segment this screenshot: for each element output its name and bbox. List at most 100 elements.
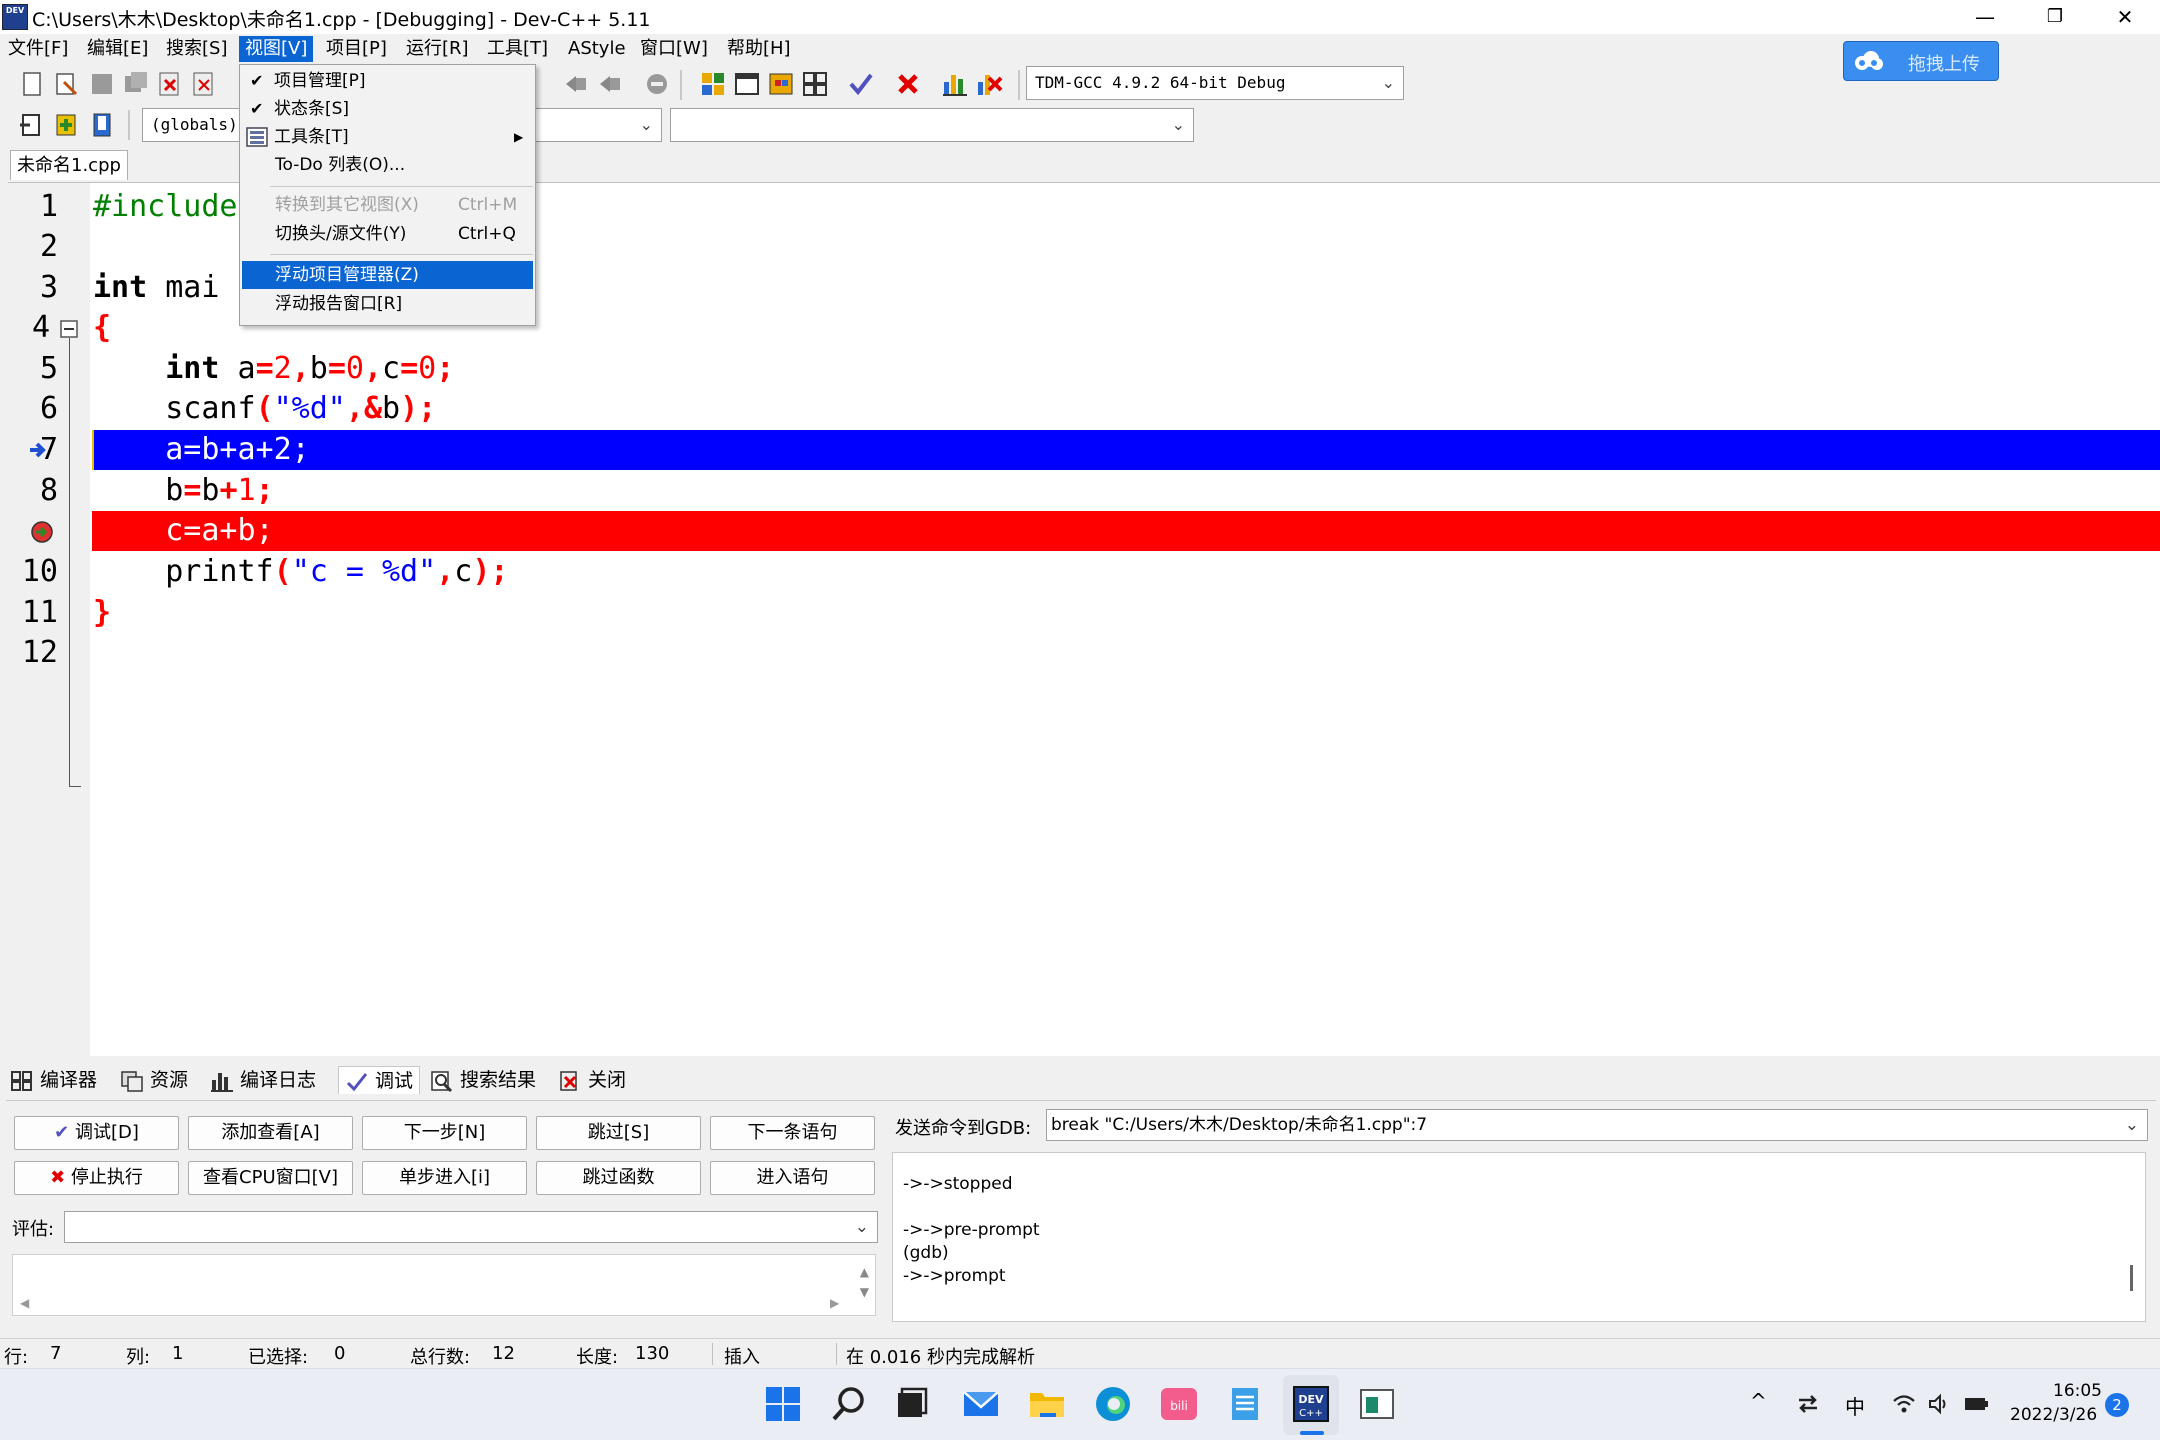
tab-debug[interactable]: 调试 (338, 1066, 421, 1094)
compile-run-icon[interactable] (767, 70, 795, 98)
menu-item-label: 切换头/源文件(Y) (275, 224, 407, 244)
check-icon: ✔ (250, 71, 264, 90)
tab-close[interactable]: 关闭 (558, 1066, 626, 1094)
edge-browser-icon[interactable] (1092, 1383, 1134, 1425)
compile-icon[interactable] (699, 70, 727, 98)
save-all-icon[interactable] (122, 70, 150, 98)
menu-file[interactable]: 文件[F] (2, 36, 74, 62)
unindent-icon[interactable] (596, 70, 624, 98)
tab-search-results[interactable]: 搜索结果 (430, 1066, 536, 1094)
menu-item-todo-list[interactable]: To-Do 列表(O)... (242, 151, 533, 179)
bilibili-app-icon[interactable]: bili (1158, 1383, 1200, 1425)
file-tab[interactable]: 未命名1.cpp (10, 150, 128, 180)
new-file-icon[interactable] (18, 70, 46, 98)
status-total-label: 总行数: (410, 1347, 471, 1368)
menu-item-statusbar[interactable]: ✔ 状态条[S] (242, 95, 533, 123)
view-cpu-window-button[interactable]: 查看CPU窗口[V] (188, 1161, 353, 1195)
devcpp-app-icon[interactable]: DEV C++ (1290, 1383, 1332, 1425)
menu-astyle[interactable]: AStyle (562, 36, 632, 62)
close-all-icon[interactable] (190, 70, 218, 98)
console-app-icon[interactable] (1356, 1383, 1398, 1425)
run-icon[interactable] (733, 70, 761, 98)
bookmark-icon[interactable] (643, 70, 671, 98)
tray-overflow-icon[interactable]: ^ (1750, 1389, 1767, 1413)
minimize-button[interactable]: — (1950, 0, 2020, 34)
chevron-down-icon: ⌄ (1381, 73, 1395, 92)
stop-execution-icon[interactable] (894, 70, 922, 98)
next-statement-button[interactable]: 下一条语句 (710, 1116, 875, 1150)
identifier: c (454, 554, 473, 589)
open-file-icon[interactable] (52, 70, 80, 98)
line-number: 2 (39, 229, 58, 264)
scroll-down-icon[interactable]: ▼ (860, 1277, 869, 1307)
tab-compile-log[interactable]: 编译日志 (210, 1066, 316, 1094)
into-statement-button[interactable]: 进入语句 (710, 1161, 875, 1195)
indent-icon[interactable] (562, 70, 590, 98)
file-explorer-icon[interactable] (1026, 1383, 1068, 1425)
close-button[interactable]: ✕ (2090, 0, 2160, 34)
breakpoint-icon[interactable] (30, 520, 54, 544)
menu-help[interactable]: 帮助[H] (721, 36, 797, 62)
delete-profile-icon[interactable] (975, 70, 1003, 98)
add-watch-button[interactable]: 添加查看[A] (188, 1116, 353, 1150)
step-into-button[interactable]: 单步进入[i] (362, 1161, 527, 1195)
upload-button[interactable]: 拖拽上传 (1843, 41, 1999, 81)
menu-view[interactable]: 视图[V] (239, 36, 314, 62)
menu-window[interactable]: 窗口[W] (634, 36, 714, 62)
gdb-command-input[interactable]: break "C:/Users/木木/Desktop/未命名1.cpp":7 ⌄ (1046, 1109, 2148, 1141)
notification-badge[interactable]: 2 (2105, 1393, 2129, 1417)
menu-edit[interactable]: 编辑[E] (81, 36, 154, 62)
notepad-icon[interactable] (1224, 1383, 1266, 1425)
menu-item-project-manager[interactable]: ✔ 项目管理[P] (242, 67, 533, 95)
battery-icon[interactable] (1964, 1395, 1990, 1413)
search-icon[interactable] (828, 1383, 870, 1425)
menu-item-swap-header-source[interactable]: 切换头/源文件(Y) Ctrl+Q (242, 220, 533, 248)
windows-start-icon[interactable] (762, 1383, 804, 1425)
menu-run[interactable]: 运行[R] (400, 36, 475, 62)
tab-resources[interactable]: 资源 (120, 1066, 188, 1094)
evaluate-input[interactable]: ⌄ (64, 1211, 878, 1243)
task-view-icon[interactable] (890, 1383, 932, 1425)
goto-line-icon[interactable] (18, 111, 46, 139)
code-text: c=a+b; (93, 511, 273, 551)
toggle-bookmark-icon[interactable] (88, 111, 116, 139)
stop-execution-button[interactable]: ✖ 停止执行 (14, 1161, 179, 1195)
swap-settings-icon[interactable] (1797, 1393, 1819, 1415)
code-line-current: 7 a=b+a+2; (8, 430, 2160, 470)
clock-time[interactable]: 16:05 (2053, 1381, 2102, 1401)
mail-icon[interactable] (960, 1383, 1002, 1425)
compiler-select[interactable]: TDM-GCC 4.9.2 64-bit Debug ⌄ (1026, 66, 1404, 100)
restore-button[interactable]: ❐ (2020, 0, 2090, 34)
menu-tools[interactable]: 工具[T] (481, 36, 554, 62)
horizontal-scrollbar[interactable]: ◀ ▶ (12, 1296, 842, 1312)
line-number: 3 (39, 270, 58, 305)
fold-collapse-icon[interactable] (60, 320, 78, 338)
menu-search[interactable]: 搜索[S] (160, 36, 233, 62)
status-bar: 行: 7 列: 1 已选择: 0 总行数: 12 长度: 130 插入 在 0.… (0, 1338, 2160, 1368)
insert-icon[interactable] (52, 111, 80, 139)
tab-compiler[interactable]: 编译器 (10, 1066, 97, 1094)
menu-item-float-report-window[interactable]: 浮动报告窗口[R] (242, 290, 533, 318)
member-select[interactable]: ⌄ (670, 108, 1194, 142)
operator: ; (418, 391, 437, 426)
menu-item-float-project-manager[interactable]: 浮动项目管理器(Z) (242, 261, 533, 289)
next-step-button[interactable]: 下一步[N] (362, 1116, 527, 1150)
save-icon[interactable] (88, 70, 116, 98)
debug-button[interactable]: ✔ 调试[D] (14, 1116, 179, 1150)
wifi-icon[interactable] (1892, 1393, 1916, 1415)
menu-project[interactable]: 项目[P] (320, 36, 393, 62)
skip-button[interactable]: 跳过[S] (536, 1116, 701, 1150)
vertical-scrollbar-thumb[interactable] (2130, 1265, 2133, 1291)
identifier: mai (147, 270, 220, 305)
menu-item-toolbars[interactable]: 工具条[T] ▶ (242, 123, 533, 151)
volume-icon[interactable] (1927, 1393, 1949, 1415)
clock-date[interactable]: 2022/3/26 (2010, 1405, 2097, 1425)
rebuild-icon[interactable] (801, 70, 829, 98)
scroll-right-icon[interactable]: ▶ (830, 1296, 839, 1310)
profile-chart-icon[interactable] (941, 70, 969, 98)
ime-indicator[interactable]: 中 (1845, 1391, 1865, 1420)
skip-function-button[interactable]: 跳过函数 (536, 1161, 701, 1195)
close-file-icon[interactable] (156, 70, 184, 98)
debug-check-icon[interactable] (847, 70, 875, 98)
scroll-left-icon[interactable]: ◀ (20, 1296, 29, 1310)
